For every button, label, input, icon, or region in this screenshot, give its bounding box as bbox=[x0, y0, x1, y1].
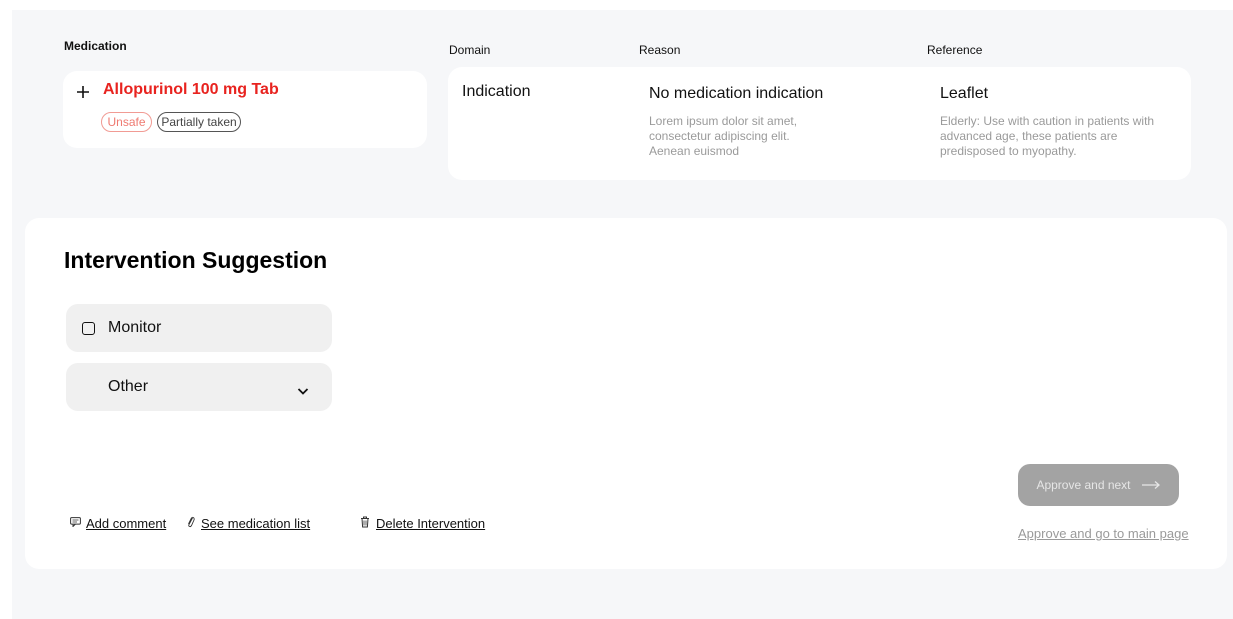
medication-header: Medication bbox=[64, 39, 127, 53]
reason-description: Lorem ipsum dolor sit amet, consectetur … bbox=[649, 114, 798, 158]
partially-taken-badge: Partially taken bbox=[157, 112, 241, 132]
paperclip-icon bbox=[187, 516, 195, 531]
reason-title: No medication indication bbox=[649, 85, 824, 102]
monitor-label: Monitor bbox=[108, 319, 162, 336]
comment-icon bbox=[70, 517, 81, 530]
see-medication-list-link[interactable]: See medication list bbox=[201, 516, 310, 531]
medication-card: Allopurinol 100 mg Tab Unsafe Partially … bbox=[63, 71, 427, 148]
detail-card: Indication No medication indication Lore… bbox=[448, 67, 1191, 180]
monitor-option[interactable]: Monitor bbox=[66, 304, 332, 352]
page-background: Medication Domain Reason Reference Allop… bbox=[12, 10, 1233, 619]
intervention-title: Intervention Suggestion bbox=[64, 247, 328, 273]
plus-icon[interactable] bbox=[76, 83, 90, 103]
other-dropdown[interactable]: Other bbox=[66, 363, 332, 411]
unsafe-badge: Unsafe bbox=[101, 112, 152, 132]
reference-header: Reference bbox=[927, 43, 983, 57]
arrow-right-icon bbox=[1141, 480, 1161, 490]
monitor-checkbox[interactable] bbox=[82, 322, 95, 335]
approve-next-button[interactable]: Approve and next bbox=[1018, 464, 1179, 506]
intervention-card: Intervention Suggestion Monitor Other Ad… bbox=[25, 218, 1227, 569]
trash-icon bbox=[360, 516, 370, 531]
reference-description: Elderly: Use with caution in patients wi… bbox=[940, 114, 1155, 158]
reference-title: Leaflet bbox=[940, 85, 989, 102]
chevron-down-icon bbox=[297, 383, 309, 401]
reason-header: Reason bbox=[639, 43, 681, 57]
approve-main-page-link[interactable]: Approve and go to main page bbox=[1018, 526, 1189, 541]
add-comment-link[interactable]: Add comment bbox=[86, 516, 166, 531]
delete-intervention-link[interactable]: Delete Intervention bbox=[376, 516, 485, 531]
domain-value: Indication bbox=[462, 83, 531, 100]
domain-header: Domain bbox=[449, 43, 491, 57]
medication-name[interactable]: Allopurinol 100 mg Tab bbox=[103, 81, 279, 99]
other-label: Other bbox=[108, 378, 149, 395]
approve-next-label: Approve and next bbox=[1036, 478, 1131, 492]
